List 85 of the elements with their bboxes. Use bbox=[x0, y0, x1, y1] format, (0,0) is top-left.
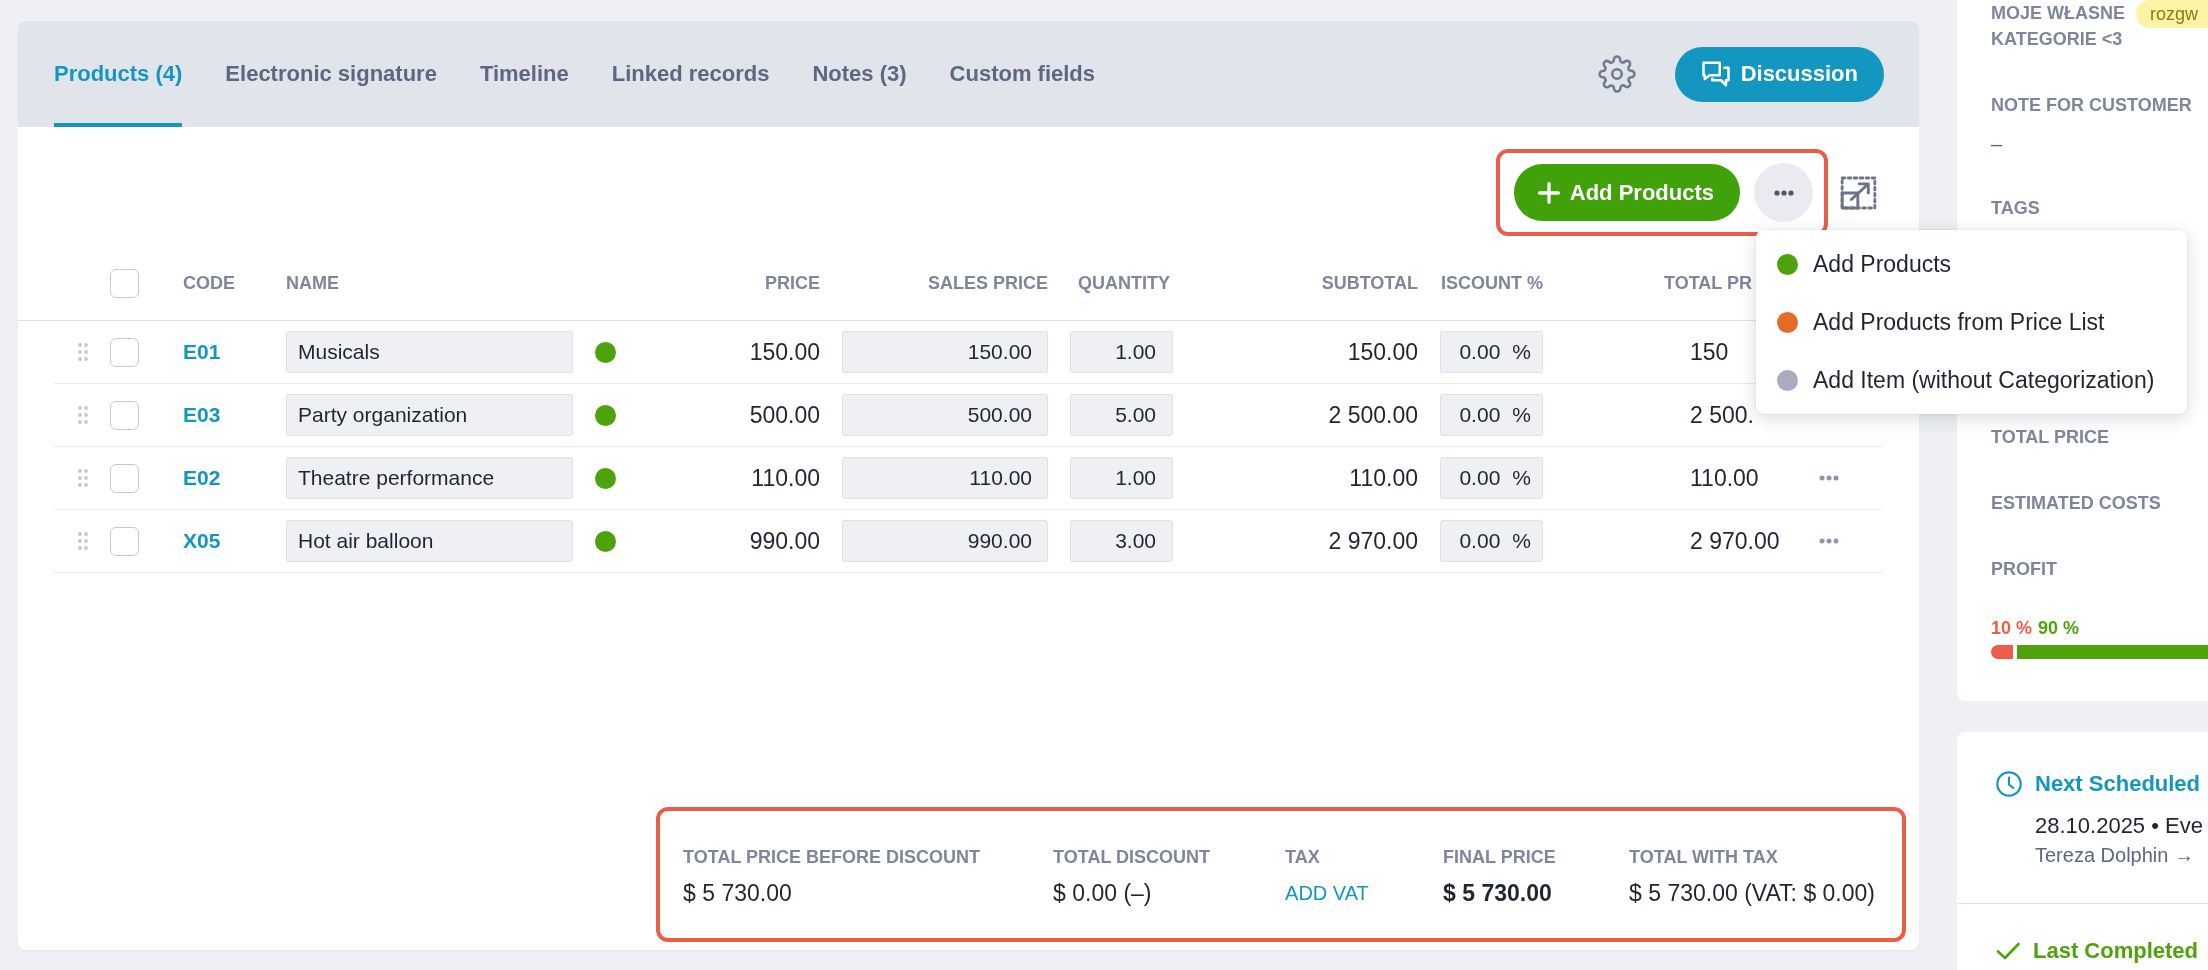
name-field[interactable]: Musicals bbox=[286, 331, 573, 373]
field-value: – bbox=[1991, 133, 2003, 155]
total-label: TOTAL WITH TAX bbox=[1629, 847, 1778, 868]
total-price-value: 150 bbox=[1690, 338, 1729, 366]
profit-percent: 90 % bbox=[2038, 617, 2080, 639]
menu-item[interactable]: Add Item (without Categorization) bbox=[1756, 351, 2187, 409]
total-label: FINAL PRICE bbox=[1443, 847, 1556, 868]
tab[interactable]: Notes (3) bbox=[812, 21, 907, 127]
tab[interactable]: Timeline bbox=[479, 21, 569, 127]
total-price-value: 110.00 bbox=[1690, 464, 1759, 492]
tab[interactable]: Linked records bbox=[611, 21, 770, 127]
row-checkbox[interactable] bbox=[110, 400, 139, 430]
field-label: ESTIMATED COSTS bbox=[1991, 492, 2161, 514]
column-header: TOTAL PR bbox=[1664, 273, 1752, 294]
column-header: QUANTITY bbox=[1078, 273, 1170, 294]
column-header: NAME bbox=[286, 273, 339, 294]
price-value: 110.00 bbox=[751, 464, 820, 492]
column-header: PRICE bbox=[765, 273, 820, 294]
final-price-value: $ 5 730.00 bbox=[1443, 880, 1552, 907]
total-value: $ 5 730.00 bbox=[683, 880, 792, 907]
quantity-field[interactable]: 1.00 bbox=[1070, 457, 1173, 499]
name-field[interactable]: Party organization bbox=[286, 394, 573, 436]
check-icon bbox=[1996, 942, 2020, 960]
subtotal-value: 2 970.00 bbox=[1328, 527, 1418, 555]
assignee-text: Tereza Dolphin → bbox=[2035, 843, 2194, 868]
total-label: TAX bbox=[1285, 847, 1320, 868]
field-label: TOTAL PRICE bbox=[1991, 426, 2109, 448]
select-all-checkbox[interactable] bbox=[110, 269, 139, 298]
activity-title: Next Scheduled bbox=[2035, 770, 2201, 798]
sales-price-field[interactable]: 500.00 bbox=[842, 394, 1048, 436]
drag-handle-icon[interactable] bbox=[78, 343, 88, 361]
field-label: PROFIT bbox=[1991, 558, 2057, 580]
clock-icon bbox=[1996, 771, 2022, 797]
column-header: SUBTOTAL bbox=[1321, 273, 1418, 294]
quantity-field[interactable]: 3.00 bbox=[1070, 520, 1173, 562]
column-header: ISCOUNT % bbox=[1441, 273, 1543, 294]
row-checkbox[interactable] bbox=[110, 337, 139, 367]
sales-price-field[interactable]: 990.00 bbox=[842, 520, 1048, 562]
activity-title: Last Completed bbox=[2033, 937, 2199, 965]
more-icon bbox=[1773, 189, 1794, 196]
row-checkbox[interactable] bbox=[110, 526, 139, 556]
cost-percent: 10 % bbox=[1991, 617, 2033, 639]
total-value: $ 5 730.00 (VAT: $ 0.00) bbox=[1629, 880, 1875, 907]
total-label: TOTAL DISCOUNT bbox=[1053, 847, 1211, 868]
expand-icon[interactable] bbox=[1840, 175, 1877, 210]
field-label: TAGS bbox=[1991, 197, 2040, 219]
drag-handle-icon[interactable] bbox=[78, 469, 88, 487]
subtotal-value: 150.00 bbox=[1347, 338, 1418, 366]
field-label: NOTE FOR CUSTOMER bbox=[1991, 94, 2192, 116]
subtotal-value: 110.00 bbox=[1349, 464, 1418, 492]
subtotal-value: 2 500.00 bbox=[1328, 401, 1418, 429]
more-icon[interactable] bbox=[1819, 475, 1839, 481]
field-label: MOJE WŁASNE KATEGORIE <3 bbox=[1991, 2, 2126, 51]
row-checkbox[interactable] bbox=[110, 463, 139, 493]
total-value: $ 0.00 (–) bbox=[1053, 880, 1152, 907]
column-header: SALES PRICE bbox=[927, 273, 1048, 294]
discount-field[interactable]: 0.00 % bbox=[1440, 457, 1543, 499]
activity-detail: 28.10.2025 • Eve bbox=[2035, 812, 2203, 840]
quantity-field[interactable]: 1.00 bbox=[1070, 331, 1173, 373]
price-value: 500.00 bbox=[749, 401, 820, 429]
column-header: CODE bbox=[183, 273, 235, 294]
drag-handle-icon[interactable] bbox=[78, 406, 88, 424]
name-field[interactable]: Hot air balloon bbox=[286, 520, 573, 562]
menu-item[interactable]: Add Products bbox=[1756, 235, 2187, 293]
total-label: TOTAL PRICE BEFORE DISCOUNT bbox=[683, 847, 981, 868]
price-value: 150.00 bbox=[749, 338, 820, 366]
tab[interactable]: Electronic signature bbox=[225, 21, 437, 127]
total-price-value: 2 970.00 bbox=[1690, 527, 1780, 555]
category-tag: rozgw bbox=[2136, 0, 2208, 28]
price-value: 990.00 bbox=[749, 527, 820, 555]
plus-icon bbox=[1537, 181, 1560, 204]
more-icon[interactable] bbox=[1819, 538, 1839, 544]
discount-field[interactable]: 0.00 % bbox=[1440, 520, 1543, 562]
discount-field[interactable]: 0.00 % bbox=[1440, 394, 1543, 436]
menu-item[interactable]: Add Products from Price List bbox=[1756, 293, 2187, 351]
sales-price-field[interactable]: 110.00 bbox=[842, 457, 1048, 499]
chat-icon bbox=[1700, 60, 1731, 88]
drag-handle-icon[interactable] bbox=[78, 532, 88, 550]
total-price-value: 2 500. bbox=[1690, 401, 1754, 429]
settings-icon[interactable] bbox=[1597, 55, 1636, 93]
quantity-field[interactable]: 5.00 bbox=[1070, 394, 1173, 436]
discount-field[interactable]: 0.00 % bbox=[1440, 331, 1543, 373]
sales-price-field[interactable]: 150.00 bbox=[842, 331, 1048, 373]
tab[interactable]: Custom fields bbox=[949, 21, 1096, 127]
name-field[interactable]: Theatre performance bbox=[286, 457, 573, 499]
